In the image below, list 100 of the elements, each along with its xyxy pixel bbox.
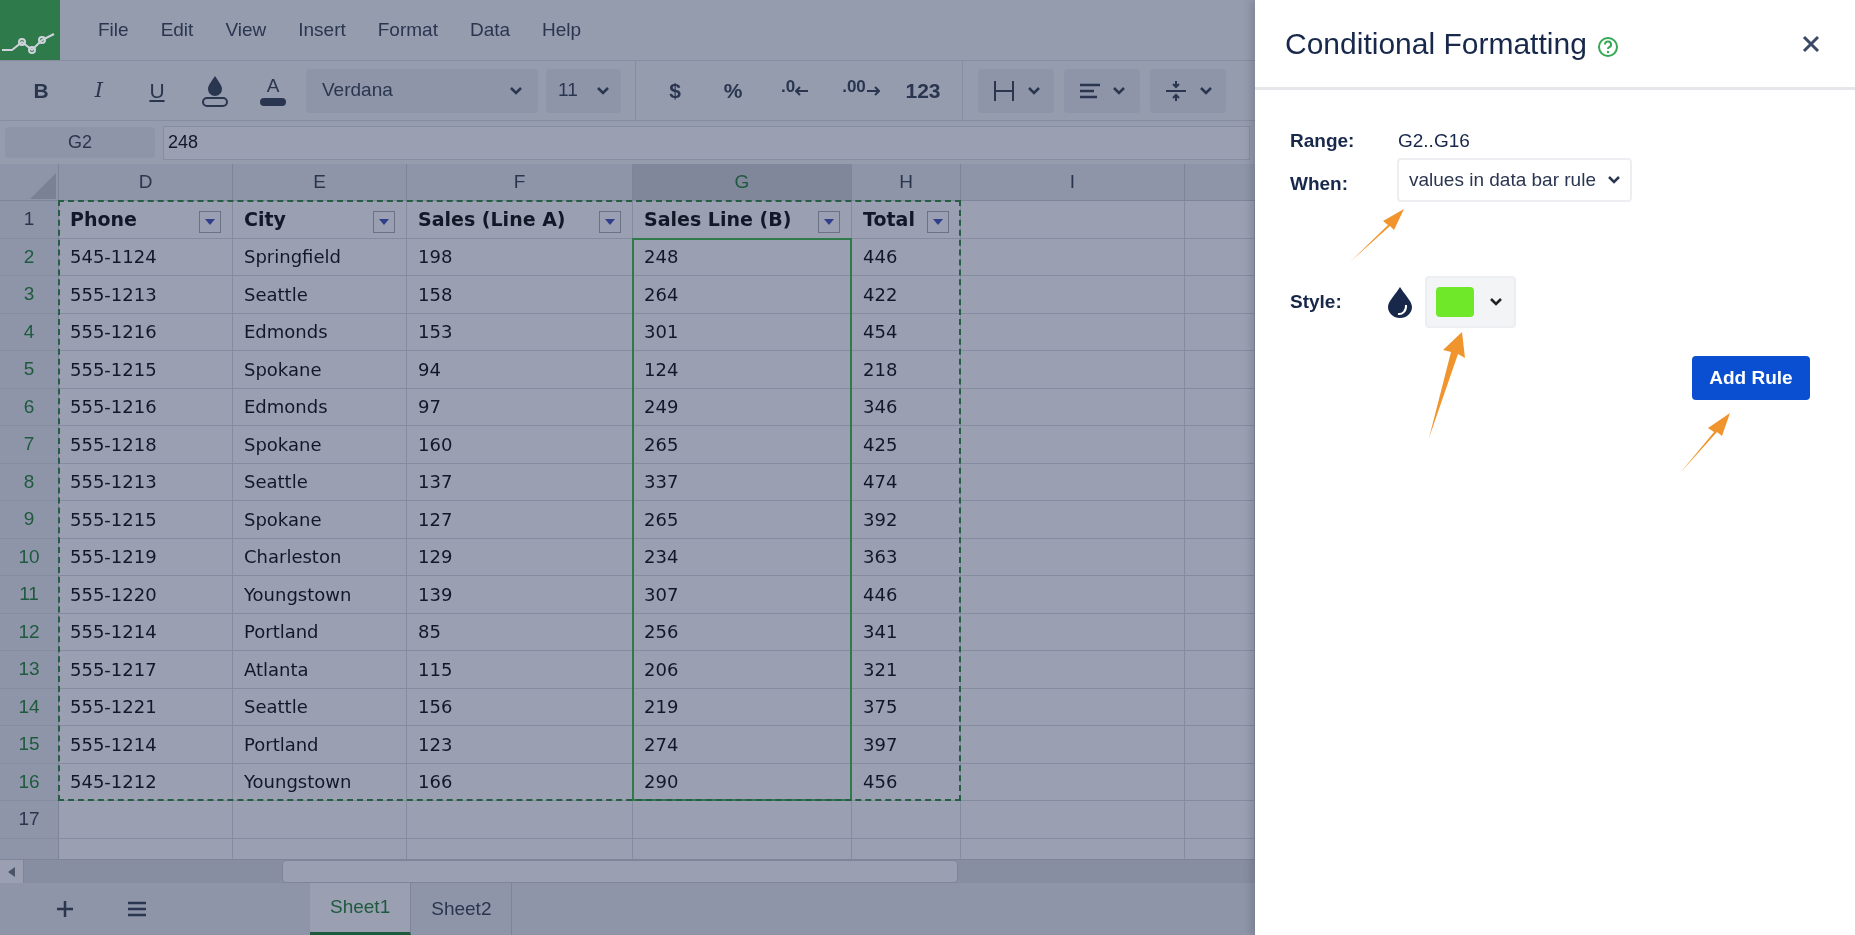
- toolbar-button[interactable]: B: [16, 68, 66, 113]
- range-label: Range:: [1290, 128, 1356, 153]
- row-header[interactable]: 11: [0, 576, 59, 613]
- table-cell-text: 274: [644, 732, 679, 757]
- rule-dropdown[interactable]: values in data bar rule: [1397, 158, 1632, 202]
- row-header[interactable]: 3: [0, 276, 59, 313]
- table-cell-text: 545-1124: [70, 245, 157, 270]
- toolbar-button[interactable]: %: [708, 68, 758, 113]
- table-cell-text: Edmonds: [244, 320, 328, 345]
- menu-item[interactable]: Insert: [282, 15, 362, 45]
- cell-name-box[interactable]: G2: [5, 127, 155, 158]
- row-header[interactable]: 14: [0, 688, 59, 725]
- table-cell-text: 156: [418, 695, 453, 720]
- toolbar-button[interactable]: $: [650, 68, 700, 113]
- menu-icon: [127, 900, 147, 918]
- decimal-button[interactable]: .0: [766, 68, 824, 113]
- table-cell-text: 555-1217: [70, 657, 157, 682]
- align-left-icon: [1079, 81, 1101, 100]
- row-header[interactable]: 4: [0, 313, 59, 350]
- menu-item[interactable]: Format: [361, 15, 454, 45]
- left-arrow-icon: [795, 85, 810, 96]
- filter-button[interactable]: [927, 211, 949, 234]
- column-header[interactable]: H: [852, 164, 961, 201]
- table-cell-text: 555-1214: [70, 620, 157, 645]
- column-header[interactable]: D: [59, 164, 233, 201]
- row-header[interactable]: 5: [0, 351, 59, 388]
- sheet-tab[interactable]: Sheet1: [310, 883, 412, 935]
- formula-input[interactable]: 248: [163, 125, 1250, 160]
- column-header[interactable]: I: [961, 164, 1185, 201]
- border-icon: [992, 78, 1016, 103]
- table-cell-text: 422: [863, 282, 898, 307]
- table-cell-text: 555-1221: [70, 695, 157, 720]
- row-header[interactable]: 7: [0, 426, 59, 463]
- table-cell-text: Charleston: [244, 545, 342, 570]
- caret-icon: [1200, 86, 1212, 95]
- help-icon[interactable]: [1596, 35, 1619, 58]
- filter-button[interactable]: [373, 211, 395, 234]
- column-header[interactable]: E: [233, 164, 407, 201]
- table-cell-text: Portland: [244, 620, 319, 645]
- column-title: Total: [863, 207, 916, 232]
- chevron-down-icon: [1607, 176, 1620, 184]
- table-cell-text: 129: [418, 545, 453, 570]
- borders-dropdown[interactable]: [978, 68, 1054, 113]
- align-dropdown[interactable]: [1064, 68, 1140, 113]
- table-cell-text: 363: [863, 545, 898, 570]
- sheet-tab[interactable]: Sheet2: [411, 883, 513, 935]
- row-header[interactable]: 15: [0, 726, 59, 763]
- column-title: Sales (Line A): [418, 207, 567, 232]
- row-header[interactable]: 17: [0, 801, 59, 838]
- font-dropdown[interactable]: Verdana: [306, 68, 538, 113]
- row-header[interactable]: 10: [0, 538, 59, 575]
- table-cell-text: 555-1219: [70, 545, 157, 570]
- table-cell-text: 127: [418, 507, 453, 532]
- menu-item[interactable]: Edit: [144, 15, 210, 45]
- toolbar-button[interactable]: U: [132, 68, 182, 113]
- table-cell-text: 446: [863, 582, 898, 607]
- table-cell-text: 290: [644, 770, 679, 795]
- row-header[interactable]: 8: [0, 463, 59, 500]
- row-header[interactable]: 2: [0, 238, 59, 275]
- filter-button[interactable]: [199, 211, 221, 234]
- triangle-down-icon: [824, 219, 834, 226]
- decimal-button[interactable]: .00: [832, 68, 890, 113]
- column-header[interactable]: G: [633, 164, 852, 201]
- add-rule-button[interactable]: Add Rule: [1692, 356, 1810, 400]
- row-header[interactable]: 6: [0, 388, 59, 425]
- table-cell-text: 248: [644, 245, 679, 270]
- table-cell-text: 160: [418, 432, 453, 457]
- text-color-button[interactable]: A: [248, 68, 298, 113]
- filter-button[interactable]: [818, 211, 840, 234]
- table-cell-text: Seattle: [244, 695, 308, 720]
- column-title: Phone: [70, 207, 138, 232]
- caret-icon: [1028, 86, 1040, 95]
- scrollbar-thumb[interactable]: [282, 860, 958, 883]
- table-cell-text: 124: [644, 357, 679, 382]
- menu-item[interactable]: File: [82, 15, 145, 45]
- table-cell-text: 97: [418, 395, 441, 420]
- valign-dropdown[interactable]: [1150, 68, 1226, 113]
- toolbar-button[interactable]: 123: [898, 68, 948, 113]
- toolbar-button[interactable]: I: [74, 68, 124, 113]
- table-cell-text: 474: [863, 470, 898, 495]
- close-icon[interactable]: [1801, 33, 1821, 54]
- filter-button[interactable]: [599, 211, 621, 234]
- color-picker-button[interactable]: [1425, 276, 1516, 328]
- row-header[interactable]: 13: [0, 651, 59, 688]
- menu-item[interactable]: Help: [526, 15, 598, 45]
- table-cell-text: 234: [644, 545, 679, 570]
- row-header[interactable]: 1: [0, 201, 59, 238]
- table-cell-text: 446: [863, 245, 898, 270]
- row-header[interactable]: 9: [0, 501, 59, 538]
- scroll-left-button[interactable]: [0, 860, 24, 884]
- table-cell-text: 555-1213: [70, 282, 157, 307]
- row-header[interactable]: 16: [0, 763, 59, 800]
- table-cell-text: 219: [644, 695, 679, 720]
- menu-item[interactable]: View: [209, 15, 283, 45]
- menu-item[interactable]: Data: [453, 15, 527, 45]
- size-dropdown[interactable]: 11: [546, 68, 621, 113]
- row-header[interactable]: 12: [0, 613, 59, 650]
- table-cell-text: 249: [644, 395, 679, 420]
- triangle-down-icon: [379, 219, 389, 226]
- panel-title: Conditional Formatting: [1285, 26, 1587, 62]
